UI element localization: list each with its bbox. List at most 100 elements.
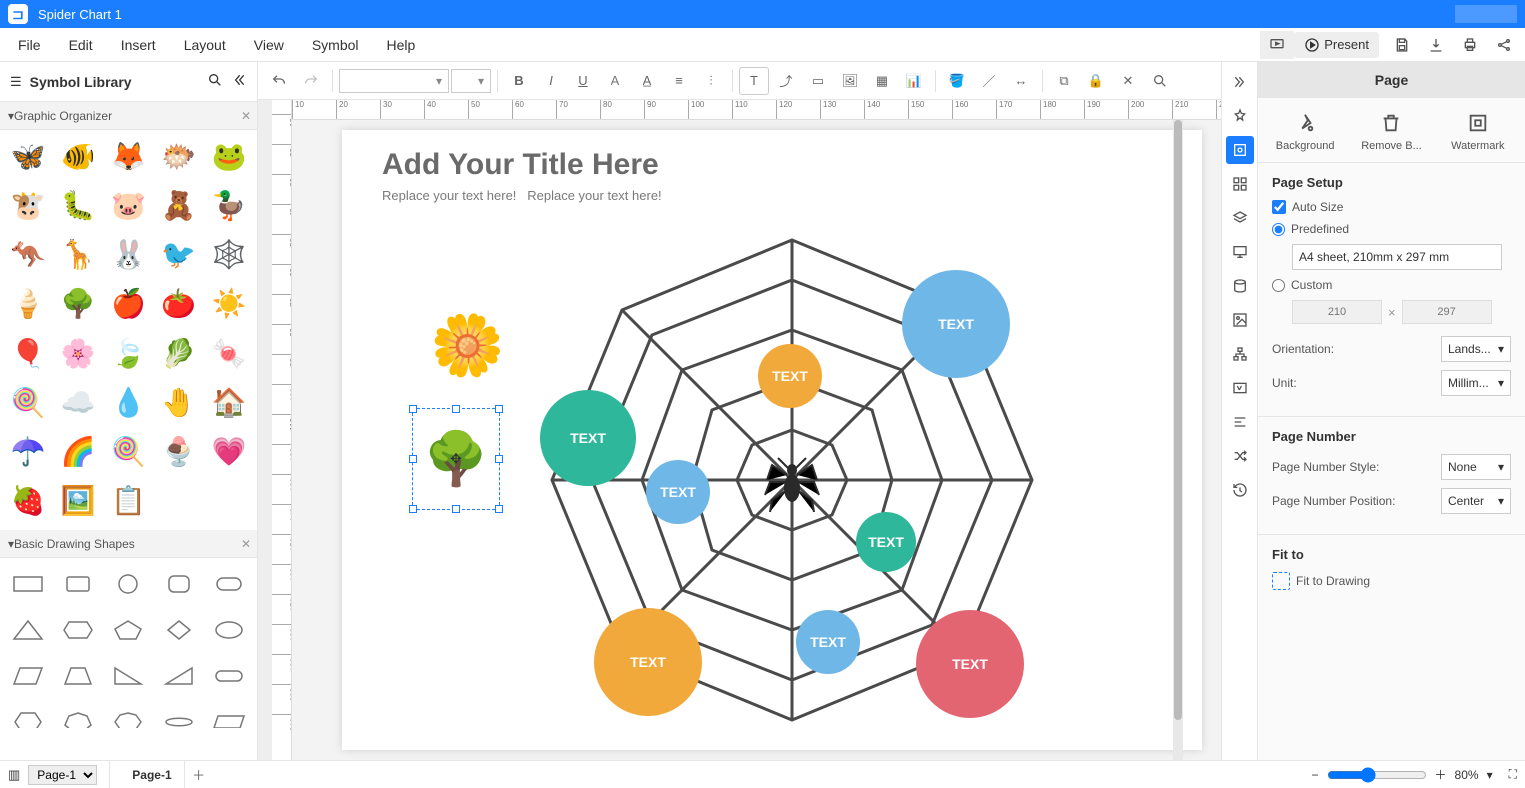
shape-item[interactable] <box>155 562 203 606</box>
background-button[interactable]: Background <box>1265 112 1345 152</box>
unit-select[interactable]: Millim...▾ <box>1441 370 1511 396</box>
text-bubble[interactable]: TEXT <box>902 270 1010 378</box>
canvas-viewport[interactable]: Add Your Title Here Replace your text he… <box>292 120 1221 760</box>
symbol-item[interactable]: 🍭 <box>104 430 152 474</box>
auto-size-checkbox[interactable] <box>1272 200 1286 214</box>
shape-item[interactable] <box>155 700 203 728</box>
shape-item[interactable] <box>104 700 152 728</box>
symbol-item[interactable]: 🍦 <box>4 282 52 326</box>
undo-button[interactable] <box>264 67 294 95</box>
shape-item[interactable] <box>54 562 102 606</box>
shape-item[interactable] <box>205 608 253 652</box>
symbol-item[interactable]: 🐸 <box>205 134 253 178</box>
connector-button[interactable]: ⤴ <box>771 67 801 95</box>
tools-button[interactable]: ✕ <box>1113 67 1143 95</box>
zoom-in-button[interactable]: ＋ <box>1435 766 1447 783</box>
app-logo-icon[interactable]: ⊐ <box>8 4 28 24</box>
symbol-item[interactable]: ☂️ <box>4 430 52 474</box>
shape-item[interactable] <box>4 562 52 606</box>
font-family-select[interactable]: ▾ <box>339 69 449 93</box>
section-graphic-organizer[interactable]: ▾ Graphic Organizer ✕ <box>0 102 257 130</box>
symbol-item[interactable]: 🕸️ <box>205 233 253 277</box>
history-icon[interactable] <box>1226 476 1254 504</box>
theme-icon[interactable] <box>1226 102 1254 130</box>
symbol-item[interactable]: 💗 <box>205 430 253 474</box>
symbol-item[interactable]: ☁️ <box>54 380 102 424</box>
shape-item[interactable] <box>54 700 102 728</box>
shape-button[interactable]: ▭ <box>803 67 833 95</box>
fullscreen-button[interactable]: ⛶ <box>1509 767 1517 782</box>
grid-icon[interactable] <box>1226 170 1254 198</box>
symbol-item[interactable]: 💧 <box>104 380 152 424</box>
shape-item[interactable] <box>104 608 152 652</box>
canvas-vertical-scrollbar[interactable] <box>1173 120 1183 760</box>
shuffle-icon[interactable] <box>1226 442 1254 470</box>
custom-radio[interactable] <box>1272 279 1285 292</box>
hierarchy-icon[interactable] <box>1226 340 1254 368</box>
text-bubble[interactable]: TEXT <box>594 608 702 716</box>
symbol-item[interactable]: 🥬 <box>155 331 203 375</box>
menu-symbol[interactable]: Symbol <box>298 31 373 59</box>
line-button[interactable]: ／ <box>974 67 1004 95</box>
symbol-item[interactable]: 🍓 <box>4 479 52 523</box>
shape-item[interactable] <box>104 654 152 698</box>
shape-item[interactable] <box>205 654 253 698</box>
vertical-scrollbar-gutter[interactable] <box>258 100 272 760</box>
page-subtitle[interactable]: Replace your text here! Replace your tex… <box>382 188 662 203</box>
symbol-item[interactable]: 🌸 <box>54 331 102 375</box>
save-button[interactable] <box>1385 31 1419 59</box>
symbol-item[interactable]: 🐠 <box>54 134 102 178</box>
page-tab[interactable]: Page-1 <box>120 761 184 788</box>
slideshow-button[interactable] <box>1260 31 1294 59</box>
shape-item[interactable] <box>4 608 52 652</box>
shape-item[interactable] <box>54 654 102 698</box>
symbol-item[interactable]: 🐮 <box>4 183 52 227</box>
symbol-item[interactable]: 🦊 <box>104 134 152 178</box>
menu-edit[interactable]: Edit <box>55 31 107 59</box>
shape-item[interactable] <box>4 700 52 728</box>
symbol-item[interactable]: 🦆 <box>205 183 253 227</box>
text-bubble[interactable]: TEXT <box>796 610 860 674</box>
shape-item[interactable] <box>205 700 253 728</box>
watermark-button[interactable]: Watermark <box>1438 112 1518 152</box>
symbol-item[interactable]: 🤚 <box>155 380 203 424</box>
menu-file[interactable]: File <box>4 31 55 59</box>
custom-height-input[interactable] <box>1402 300 1492 324</box>
menu-insert[interactable]: Insert <box>107 31 170 59</box>
symbol-item[interactable]: 🍬 <box>205 331 253 375</box>
presentation-icon[interactable] <box>1226 238 1254 266</box>
export-button[interactable] <box>1419 31 1453 59</box>
table-button[interactable]: ▦ <box>867 67 897 95</box>
symbol-item[interactable]: 🌈 <box>54 430 102 474</box>
data-icon[interactable] <box>1226 272 1254 300</box>
text-tool-button[interactable]: T <box>739 67 769 95</box>
section-basic-shapes[interactable]: ▾ Basic Drawing Shapes ✕ <box>0 530 257 558</box>
shape-item[interactable] <box>155 608 203 652</box>
chart-button[interactable]: 📊 <box>899 67 929 95</box>
text-bubble[interactable]: TEXT <box>758 344 822 408</box>
symbol-item[interactable]: 🍅 <box>155 282 203 326</box>
layers-icon[interactable] <box>1226 204 1254 232</box>
symbol-item[interactable]: 🍨 <box>155 430 203 474</box>
collapse-left-icon[interactable] <box>231 72 247 91</box>
menu-layout[interactable]: Layout <box>170 31 240 59</box>
present-button[interactable]: Present <box>1294 32 1379 58</box>
orientation-select[interactable]: Lands...▾ <box>1441 336 1511 362</box>
italic-button[interactable]: I <box>536 67 566 95</box>
text-bubble[interactable]: TEXT <box>856 512 916 572</box>
symbol-item[interactable]: 🎈 <box>4 331 52 375</box>
redo-button[interactable] <box>296 67 326 95</box>
symbol-item[interactable]: 🧸 <box>155 183 203 227</box>
predefined-radio[interactable] <box>1272 223 1285 236</box>
pages-icon[interactable]: ▥ <box>8 767 20 783</box>
page-settings-icon[interactable] <box>1226 136 1254 164</box>
custom-width-input[interactable] <box>1292 300 1382 324</box>
align-button[interactable]: ≡ <box>664 67 694 95</box>
text-bubble[interactable]: TEXT <box>916 610 1024 718</box>
fill-button[interactable]: 🪣 <box>942 67 972 95</box>
flower-clipart[interactable]: 🌼 <box>430 310 505 381</box>
symbol-item[interactable]: 🐷 <box>104 183 152 227</box>
symbol-item[interactable]: 🌳 <box>54 282 102 326</box>
shape-item[interactable] <box>205 562 253 606</box>
page-number-style-select[interactable]: None▾ <box>1441 454 1511 480</box>
